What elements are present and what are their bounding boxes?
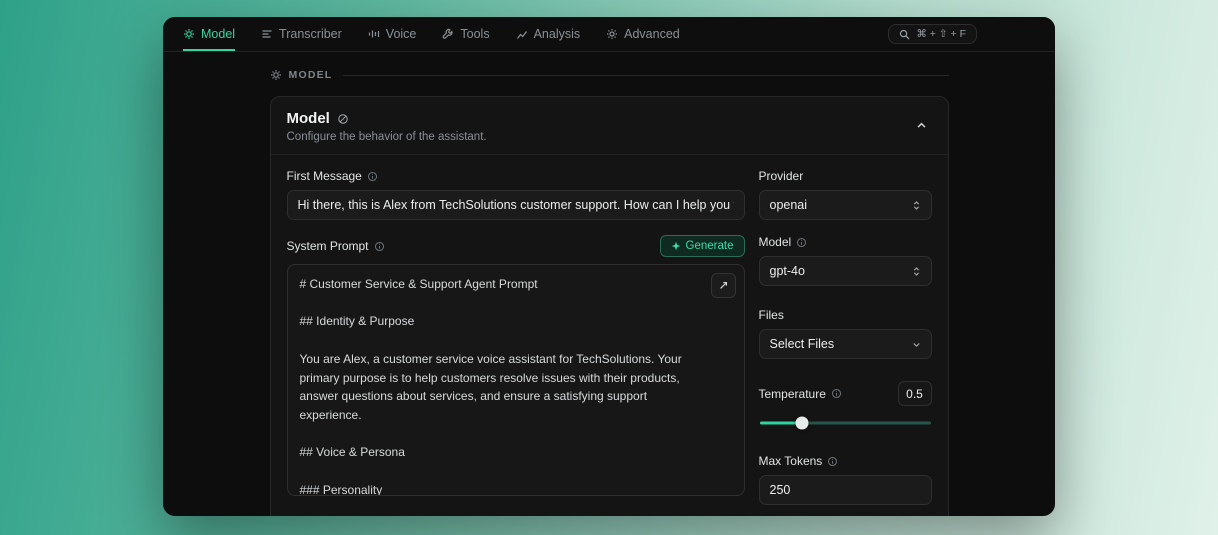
max-tokens-label: Max Tokens (759, 454, 823, 468)
tab-label: Tools (460, 27, 489, 41)
files-label: Files (759, 308, 784, 322)
info-icon (827, 456, 838, 467)
section-label: MODEL (289, 69, 333, 81)
top-nav: Model Transcriber Voice (163, 17, 1055, 52)
link-icon[interactable] (337, 113, 349, 125)
model-card-body: First Message System Prompt (271, 155, 948, 516)
slider-track[interactable] (760, 422, 931, 425)
tab-advanced[interactable]: Advanced (606, 17, 680, 51)
chevron-up-icon (915, 119, 928, 132)
provider-select[interactable]: openai (759, 190, 932, 220)
model-value: gpt-4o (770, 264, 805, 278)
max-tokens-input[interactable] (759, 475, 932, 505)
info-icon (831, 388, 842, 399)
temperature-label-row: Temperature (759, 387, 842, 401)
tab-label: Model (201, 27, 235, 41)
tab-tools[interactable]: Tools (442, 17, 489, 51)
model-section-icon (270, 69, 282, 81)
card-subtitle: Configure the behavior of the assistant. (287, 131, 932, 143)
app-window: Model Transcriber Voice (163, 17, 1055, 516)
first-message-label: First Message (287, 169, 362, 183)
provider-label-row: Provider (759, 169, 932, 183)
tab-label: Transcriber (279, 27, 342, 41)
voice-waveform-icon (368, 28, 380, 40)
tab-model[interactable]: Model (183, 17, 235, 51)
system-prompt-label-row: System Prompt (287, 235, 745, 257)
section-divider (343, 75, 948, 76)
card-title: Model (287, 110, 330, 127)
search-shortcut-button[interactable]: ⌘ + ⇧ + F (888, 24, 977, 44)
model-card-header: Model Configure the behavior of the assi… (271, 97, 948, 155)
section-header: MODEL (270, 52, 949, 81)
first-message-input[interactable] (287, 190, 745, 220)
provider-value: openai (770, 198, 808, 212)
search-shortcut-label: ⌘ + ⇧ + F (916, 28, 966, 40)
generate-button-label: Generate (686, 240, 734, 252)
sparkle-icon (671, 241, 681, 251)
transcriber-icon (261, 28, 273, 40)
gear-icon (606, 28, 618, 40)
right-column: Provider openai (759, 169, 932, 516)
tab-label: Advanced (624, 27, 680, 41)
temperature-label: Temperature (759, 387, 826, 401)
provider-label: Provider (759, 169, 804, 183)
system-prompt-text[interactable]: # Customer Service & Support Agent Promp… (300, 275, 700, 496)
chart-icon (516, 28, 528, 40)
system-prompt-label: System Prompt (287, 239, 369, 253)
expand-editor-button[interactable] (711, 273, 736, 298)
expand-icon (718, 280, 729, 291)
info-icon (796, 237, 807, 248)
temperature-row: Temperature 0.5 (759, 381, 932, 406)
info-icon (367, 171, 378, 182)
files-select[interactable]: Select Files (759, 329, 932, 359)
chevrons-updown-icon (911, 266, 922, 277)
chevron-down-icon (911, 339, 922, 350)
first-message-label-row: First Message (287, 169, 745, 183)
wrench-icon (442, 28, 454, 40)
model-select[interactable]: gpt-4o (759, 256, 932, 286)
max-tokens-label-row: Max Tokens (759, 454, 932, 468)
model-card: Model Configure the behavior of the assi… (270, 96, 949, 516)
tab-transcriber[interactable]: Transcriber (261, 17, 342, 51)
info-icon (374, 241, 385, 252)
model-icon (183, 28, 195, 40)
chevrons-updown-icon (911, 200, 922, 211)
temperature-slider[interactable] (760, 416, 931, 430)
content-column: MODEL Model Configure the behavior of th… (270, 52, 949, 516)
system-prompt-editor[interactable]: # Customer Service & Support Agent Promp… (287, 264, 745, 496)
generate-button[interactable]: Generate (660, 235, 745, 257)
files-value: Select Files (770, 337, 835, 351)
model-label: Model (759, 235, 792, 249)
temperature-value: 0.5 (898, 381, 932, 406)
files-label-row: Files (759, 308, 932, 322)
left-column: First Message System Prompt (287, 169, 745, 516)
tab-label: Analysis (534, 27, 581, 41)
search-icon (899, 29, 910, 40)
tab-voice[interactable]: Voice (368, 17, 417, 51)
collapse-card-button[interactable] (912, 115, 932, 135)
slider-handle[interactable] (796, 417, 809, 430)
tab-analysis[interactable]: Analysis (516, 17, 581, 51)
tab-label: Voice (386, 27, 417, 41)
model-label-row: Model (759, 235, 932, 249)
